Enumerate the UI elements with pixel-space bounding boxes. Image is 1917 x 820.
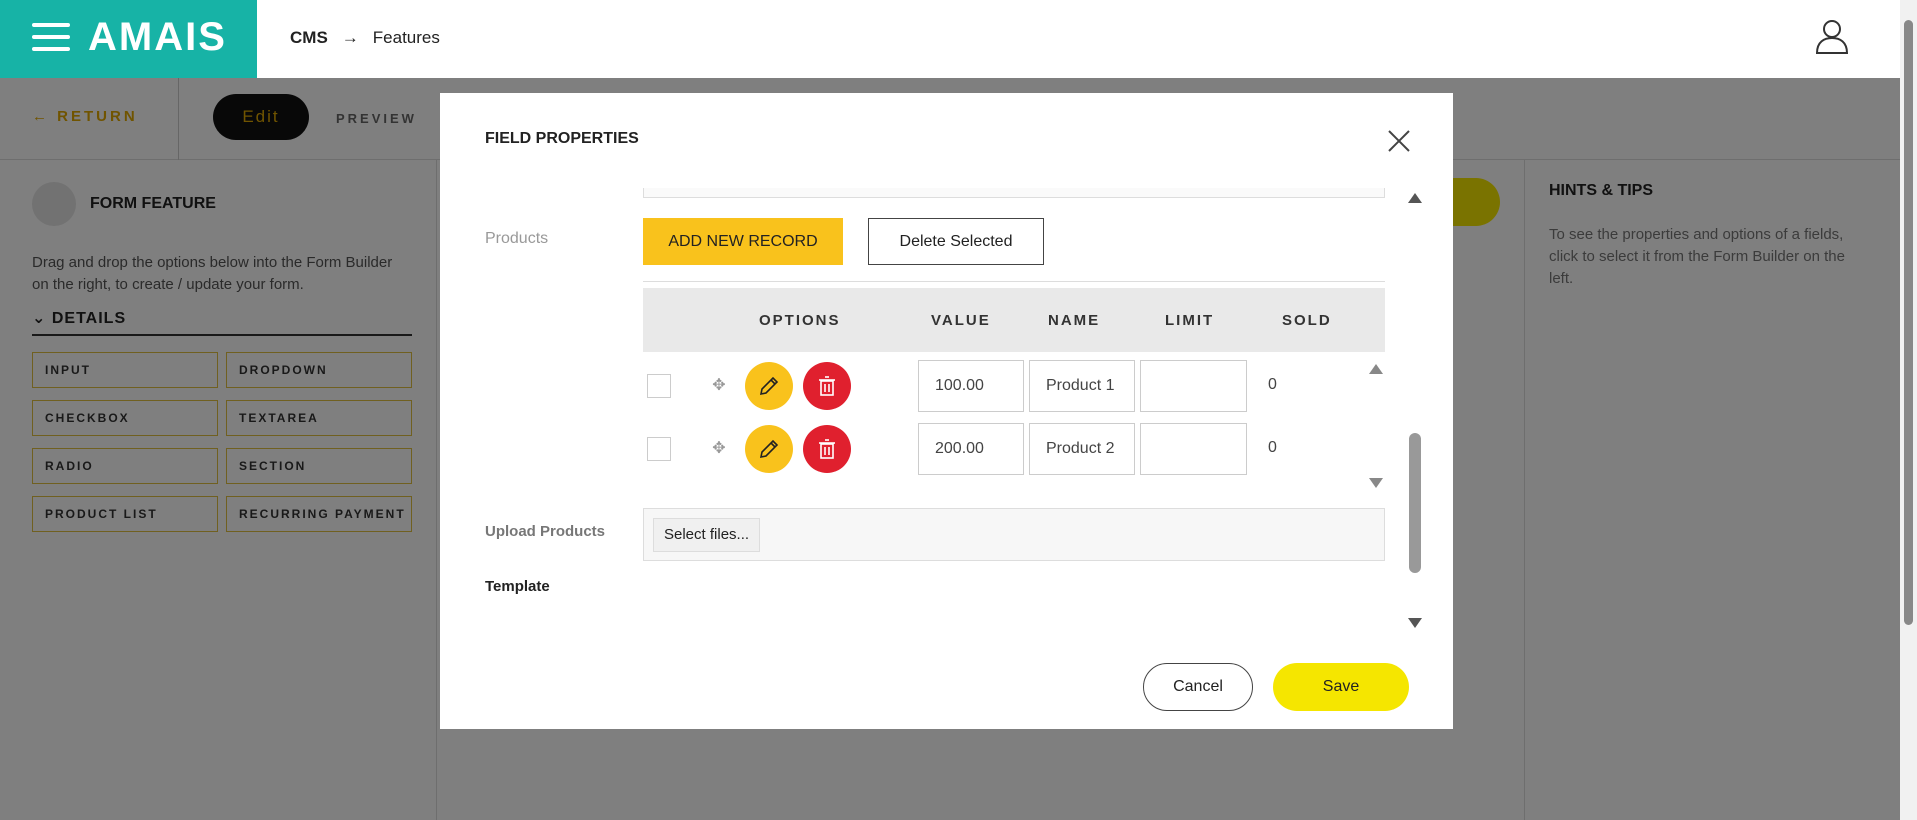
sold-value: 0 (1268, 439, 1277, 456)
scroll-up-icon[interactable] (1408, 193, 1422, 203)
drag-handle-icon[interactable]: ✥ (709, 439, 729, 459)
trash-icon (819, 439, 835, 459)
brand-block: AMAIS (0, 0, 257, 78)
delete-selected-button[interactable]: Delete Selected (868, 218, 1044, 265)
breadcrumb-cms[interactable]: CMS (290, 28, 328, 48)
select-files-button[interactable]: Select files... (653, 518, 761, 552)
brand-logo[interactable]: AMAIS (88, 15, 227, 60)
top-bar: AMAIS CMS → Features (0, 0, 1900, 78)
limit-input[interactable] (1140, 360, 1247, 412)
page-scrollbar[interactable] (1900, 0, 1917, 820)
drag-handle-icon[interactable]: ✥ (709, 376, 729, 396)
template-label: Template (485, 578, 550, 595)
delete-row-button[interactable] (803, 425, 851, 473)
breadcrumb: CMS → Features (290, 28, 440, 48)
scroll-down-icon[interactable] (1408, 618, 1422, 628)
breadcrumb-features[interactable]: Features (373, 28, 440, 48)
close-icon[interactable] (1386, 128, 1412, 154)
edit-row-button[interactable] (745, 425, 793, 473)
cancel-button[interactable]: Cancel (1143, 663, 1253, 711)
save-button[interactable]: Save (1273, 663, 1409, 711)
col-limit: LIMIT (1165, 312, 1215, 329)
upload-products-label: Upload Products (485, 523, 606, 540)
col-options: OPTIONS (759, 312, 841, 329)
add-new-record-button[interactable]: ADD NEW RECORD (643, 218, 843, 265)
col-value: VALUE (931, 312, 991, 329)
trash-icon (819, 376, 835, 396)
products-table: OPTIONS VALUE NAME LIMIT SOLD ✥ 100.00 P… (643, 281, 1385, 501)
modal-title: FIELD PROPERTIES (485, 130, 639, 147)
name-input[interactable]: Product 1 (1029, 360, 1135, 412)
modal-scrollbar[interactable] (1408, 193, 1422, 631)
value-input[interactable]: 200.00 (918, 423, 1024, 475)
table-row: ✥ 100.00 Product 1 0 (643, 358, 1385, 414)
table-scroll-up-icon[interactable] (1369, 364, 1383, 374)
row-checkbox[interactable] (647, 437, 671, 461)
menu-icon[interactable] (32, 23, 70, 51)
modal-body: Products ADD NEW RECORD Delete Selected … (440, 188, 1453, 626)
textarea-field[interactable] (643, 188, 1385, 198)
user-icon[interactable] (1814, 18, 1850, 54)
name-input[interactable]: Product 2 (1029, 423, 1135, 475)
delete-row-button[interactable] (803, 362, 851, 410)
pencil-icon (759, 376, 779, 396)
page-scroll-thumb[interactable] (1904, 20, 1913, 625)
table-header: OPTIONS VALUE NAME LIMIT SOLD (643, 288, 1385, 352)
value-input[interactable]: 100.00 (918, 360, 1024, 412)
limit-input[interactable] (1140, 423, 1247, 475)
edit-row-button[interactable] (745, 362, 793, 410)
sold-value: 0 (1268, 376, 1277, 393)
table-scroll-down-icon[interactable] (1369, 478, 1383, 488)
scroll-thumb[interactable] (1409, 433, 1421, 573)
pencil-icon (759, 439, 779, 459)
row-checkbox[interactable] (647, 374, 671, 398)
upload-dropzone[interactable]: Select files... (643, 508, 1385, 561)
products-label: Products (485, 230, 549, 247)
arrow-right-icon: → (341, 28, 359, 47)
col-name: NAME (1048, 312, 1101, 329)
field-properties-modal: FIELD PROPERTIES Products ADD NEW RECORD… (440, 93, 1453, 729)
table-row: ✥ 200.00 Product 2 0 (643, 421, 1385, 477)
col-sold: SOLD (1282, 312, 1332, 329)
